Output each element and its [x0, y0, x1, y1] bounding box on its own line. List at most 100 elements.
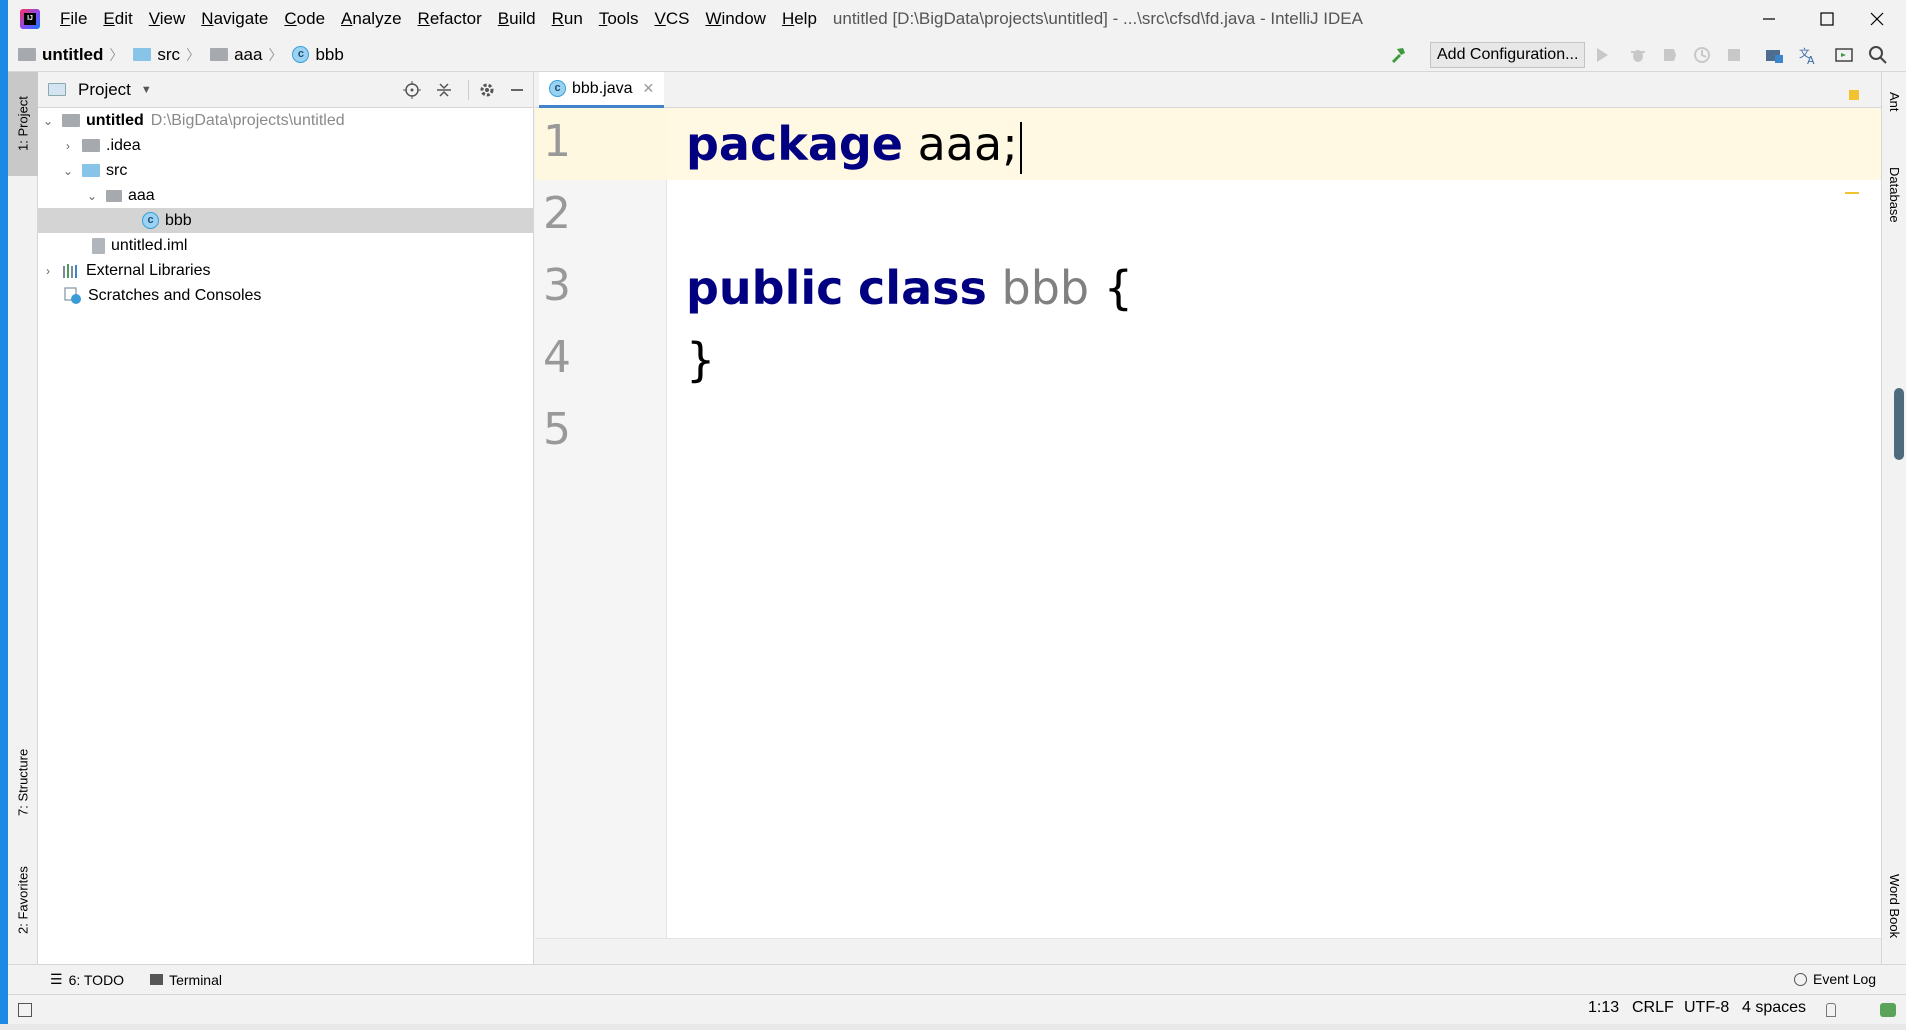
tree-item-untitled-iml[interactable]: untitled.iml	[38, 233, 533, 258]
dropdown-arrow-icon[interactable]: ▼	[141, 84, 152, 96]
ant-tool-tab-label: Ant	[1887, 92, 1902, 112]
keyword-public: public	[686, 261, 844, 315]
build-hammer-icon[interactable]	[1388, 45, 1408, 65]
gear-icon[interactable]	[478, 81, 496, 99]
menu-analyze[interactable]: Analyze	[333, 0, 409, 38]
chevron-down-icon[interactable]: ⌄	[86, 189, 98, 203]
source-folder-icon	[82, 164, 100, 177]
breadcrumb-aaa-label: aaa	[234, 44, 263, 64]
package-folder-icon	[210, 48, 229, 61]
menu-help[interactable]: Help	[774, 0, 825, 38]
maximize-icon	[1820, 12, 1834, 26]
ant-tool-tab[interactable]: Ant	[1882, 72, 1906, 132]
code-line-1[interactable]: package aaa;	[686, 114, 1022, 174]
tree-label: untitled	[86, 111, 144, 129]
project-structure-icon[interactable]	[1764, 45, 1784, 65]
presentation-icon[interactable]	[1834, 45, 1854, 65]
word-book-tool-tab[interactable]: Word Book	[1882, 858, 1906, 954]
menu-window[interactable]: Window	[697, 0, 773, 38]
tree-path: D:\BigData\projects\untitled	[150, 111, 345, 129]
collapse-all-icon[interactable]	[435, 81, 453, 99]
lock-icon[interactable]	[1826, 1003, 1836, 1017]
structure-tool-tab[interactable]: 7: Structure	[8, 722, 38, 842]
line-number: 4	[543, 332, 571, 383]
chevron-down-icon[interactable]: ⌄	[62, 164, 74, 178]
git-icon[interactable]	[1880, 1003, 1896, 1017]
menu-edit[interactable]: Edit	[95, 0, 140, 38]
caret-position[interactable]: 1:13	[1588, 999, 1619, 1017]
file-encoding[interactable]: UTF-8	[1684, 999, 1729, 1017]
translate-icon[interactable]: 文A	[1798, 45, 1818, 65]
keyword-class: class	[858, 261, 987, 315]
breadcrumb-bbb[interactable]: c bbb	[292, 45, 344, 65]
error-stripe-mark[interactable]	[1845, 192, 1859, 194]
terminal-tool-tab[interactable]: Terminal	[150, 972, 222, 988]
locate-target-icon[interactable]	[403, 81, 421, 99]
code-line-4[interactable]: }	[686, 330, 715, 390]
horizontal-scrollbar[interactable]	[535, 938, 1881, 964]
tree-label: Scratches and Consoles	[88, 286, 262, 304]
line-number: 2	[543, 188, 571, 239]
close-window-button[interactable]	[1848, 0, 1906, 38]
menu-file[interactable]: File	[52, 0, 95, 38]
chevron-down-icon[interactable]: ⌄	[42, 114, 54, 128]
coverage-icon[interactable]	[1660, 45, 1680, 65]
breadcrumb-project[interactable]: untitled 〉	[18, 45, 123, 65]
hide-panel-icon[interactable]	[508, 81, 526, 99]
line-separator[interactable]: CRLF	[1632, 999, 1674, 1017]
line-number: 5	[543, 404, 571, 455]
menu-tools[interactable]: Tools	[591, 0, 647, 38]
debug-icon[interactable]	[1628, 45, 1648, 65]
class-name: bbb	[1001, 261, 1090, 315]
tool-windows-toggle-icon[interactable]	[18, 1003, 32, 1017]
add-configuration-button[interactable]: Add Configuration...	[1430, 42, 1586, 68]
close-tab-icon[interactable]: ✕	[643, 80, 655, 97]
search-everywhere-icon[interactable]	[1868, 45, 1888, 65]
indent-setting[interactable]: 4 spaces	[1742, 999, 1806, 1017]
project-view-selector[interactable]: Project	[78, 80, 131, 100]
minimize-icon	[1763, 18, 1775, 20]
favorites-tool-tab-label: 2: Favorites	[15, 866, 31, 934]
project-view-icon	[48, 83, 66, 96]
tree-item-aaa[interactable]: ⌄ aaa	[38, 183, 533, 208]
menu-refactor[interactable]: Refactor	[410, 0, 490, 38]
code-line-3[interactable]: public class bbb {	[686, 258, 1133, 318]
editor-tab-bbb-java[interactable]: c bbb.java ✕	[539, 72, 665, 108]
chevron-right-icon[interactable]: ›	[42, 264, 54, 278]
tree-item-scratches[interactable]: Scratches and Consoles	[38, 283, 533, 308]
tree-label: .idea	[106, 136, 141, 154]
tree-item-external-libraries[interactable]: › External Libraries	[38, 258, 533, 283]
menu-build[interactable]: Build	[490, 0, 544, 38]
run-icon[interactable]	[1592, 45, 1612, 65]
breadcrumb-project-label: untitled	[42, 44, 104, 64]
minimize-button[interactable]	[1740, 0, 1798, 38]
open-brace: {	[1103, 261, 1134, 315]
menu-code[interactable]: Code	[276, 0, 333, 38]
breadcrumb-src[interactable]: src 〉	[133, 45, 200, 65]
chevron-right-icon[interactable]: ›	[62, 139, 74, 153]
todo-tool-tab[interactable]: ☰ 6: TODO	[50, 971, 124, 988]
stop-icon[interactable]	[1724, 45, 1744, 65]
chevron-right-icon: 〉	[109, 46, 124, 63]
line-number: 1	[543, 116, 571, 167]
database-tool-tab[interactable]: Database	[1882, 150, 1906, 240]
tree-label: untitled.iml	[111, 236, 188, 254]
menu-run[interactable]: Run	[544, 0, 591, 38]
favorites-tool-tab[interactable]: 2: Favorites	[8, 850, 38, 950]
tree-item-src[interactable]: ⌄ src	[38, 158, 533, 183]
breadcrumb-aaa[interactable]: aaa 〉	[210, 45, 282, 65]
desktop-edge	[0, 0, 8, 1030]
profile-icon[interactable]	[1692, 45, 1712, 65]
tree-item-bbb[interactable]: c bbb	[38, 208, 533, 233]
tree-item-idea[interactable]: › .idea	[38, 133, 533, 158]
tree-label: External Libraries	[86, 261, 211, 279]
menu-vcs[interactable]: VCS	[647, 0, 698, 38]
menu-navigate[interactable]: Navigate	[193, 0, 276, 38]
side-scroll-handle[interactable]	[1894, 388, 1904, 460]
project-tool-tab[interactable]: 1: Project	[8, 72, 38, 176]
tree-item-untitled[interactable]: ⌄ untitled D:\BigData\projects\untitled	[38, 108, 533, 133]
project-tool-tab-label: 1: Project	[15, 96, 31, 152]
inspection-status-icon[interactable]	[1849, 90, 1859, 100]
event-log-tool-tab[interactable]: Event Log	[1794, 971, 1876, 987]
menu-view[interactable]: View	[141, 0, 194, 38]
